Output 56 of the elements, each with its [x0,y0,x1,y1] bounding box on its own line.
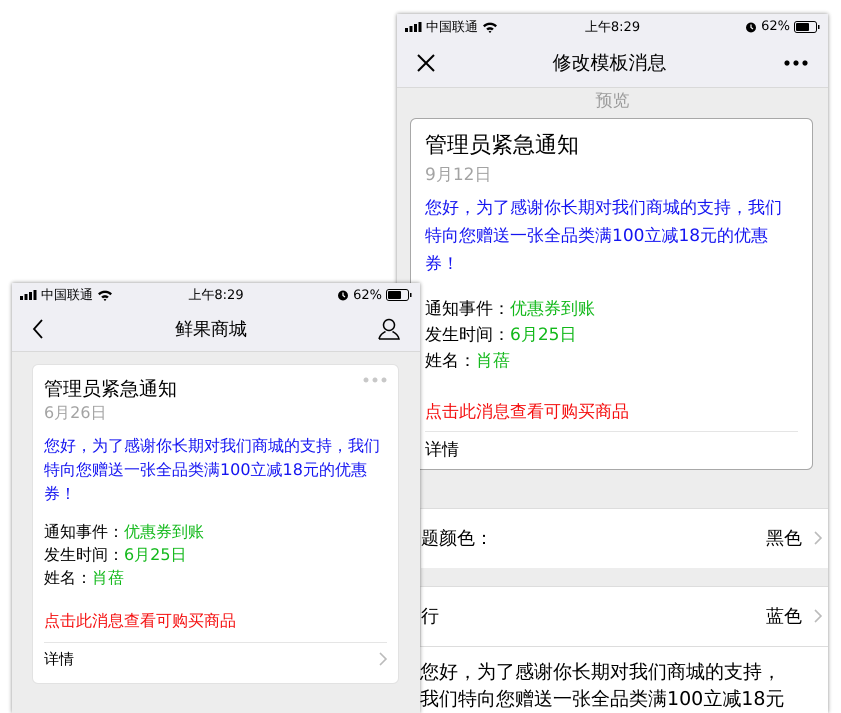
signal-icon [20,290,37,300]
setting-label: 行 [421,605,439,628]
section-label: 预览 [594,90,630,114]
field-label: 发生时间： [44,544,124,564]
card-link[interactable]: 点击此消息查看可购买商品 [44,610,236,630]
battery-icon [386,289,412,301]
nav-title: 修改模板消息 [552,51,668,76]
card-date: 9月12日 [425,164,492,186]
field-value: 优惠券到账 [510,298,595,319]
wifi-icon [482,20,498,33]
more-icon[interactable] [784,60,808,66]
field-label: 姓名： [44,568,92,587]
card-date: 6月26日 [44,402,107,424]
battery-percent: 62% [761,19,790,34]
chevron-icon [379,652,387,666]
setting-value: 蓝色 [766,605,802,628]
field-value: 肖蓓 [92,568,124,587]
status-time: 上午8:29 [584,18,640,36]
field-label: 通知事件： [425,298,510,319]
chevron-icon [814,609,822,624]
preview-text: 我们特向您赠送一张全品类满100立减18元 [420,687,786,712]
alarm-icon [337,289,350,301]
setting-row[interactable]: 题颜色： 黑色 [421,508,828,568]
field-value: 优惠券到账 [124,522,204,541]
field-label: 发生时间： [425,324,510,345]
field-value: 肖蓓 [476,350,510,371]
message-card[interactable]: 管理员紧急通知 6月26日 您好，为了感谢你长期对我们商城的支持，我们特向您赠送一张全品类满100立减18元的优惠券！ 通知事件：优惠券到账 发生时间：6月25日 姓名：肖蓓 点击此消息查看可购买商品 详情 [32,364,399,684]
card-title: 管理员紧急通知 [44,377,177,402]
field-label: 通知事件： [44,522,124,541]
close-icon[interactable] [417,54,435,72]
battery-percent: 62% [353,288,382,302]
card-link[interactable]: 点击此消息查看可购买商品 [425,402,629,422]
signal-icon [405,22,422,32]
setting-value: 黑色 [766,527,802,550]
person-icon[interactable] [378,318,400,340]
detail-link[interactable]: 详情 [44,650,74,669]
field-label: 姓名： [425,350,476,371]
carrier-name: 中国联通 [426,18,478,36]
card-title: 管理员紧急通知 [425,132,579,160]
message-card[interactable]: 管理员紧急通知 9月12日 您好，为了感谢你长期对我们商城的支持，我们特向您赠送一张全品类满100立减18元的优惠券！ 通知事件：优惠券到账 发生时间：6月25日 姓名：肖蓓 点击此消息查看可购买商品 详情 [410,118,813,470]
wifi-icon [97,289,113,301]
carrier-name: 中国联通 [41,287,93,304]
card-body: 您好，为了感谢你长期对我们商城的支持，我们特向您赠送一张全品类满100立减18元的优惠券！ [425,196,783,276]
battery-icon [794,20,820,33]
preview-text: 您好，为了感谢你长期对我们商城的支持， [420,660,782,685]
field-value: 6月25日 [124,544,187,564]
chevron-icon [814,531,822,546]
setting-label: 题颜色： [421,527,493,550]
nav-title: 鲜果商城 [174,318,248,341]
field-value: 6月25日 [510,324,576,345]
card-body: 您好，为了感谢你长期对我们商城的支持，我们特向您赠送一张全品类满100立减18元的优惠券！ [44,434,381,505]
alarm-icon [745,20,758,33]
back-icon[interactable] [32,319,44,339]
setting-row[interactable]: 行 蓝色 [421,586,828,646]
status-time: 上午8:29 [188,287,244,304]
detail-link[interactable]: 详情 [425,438,459,461]
